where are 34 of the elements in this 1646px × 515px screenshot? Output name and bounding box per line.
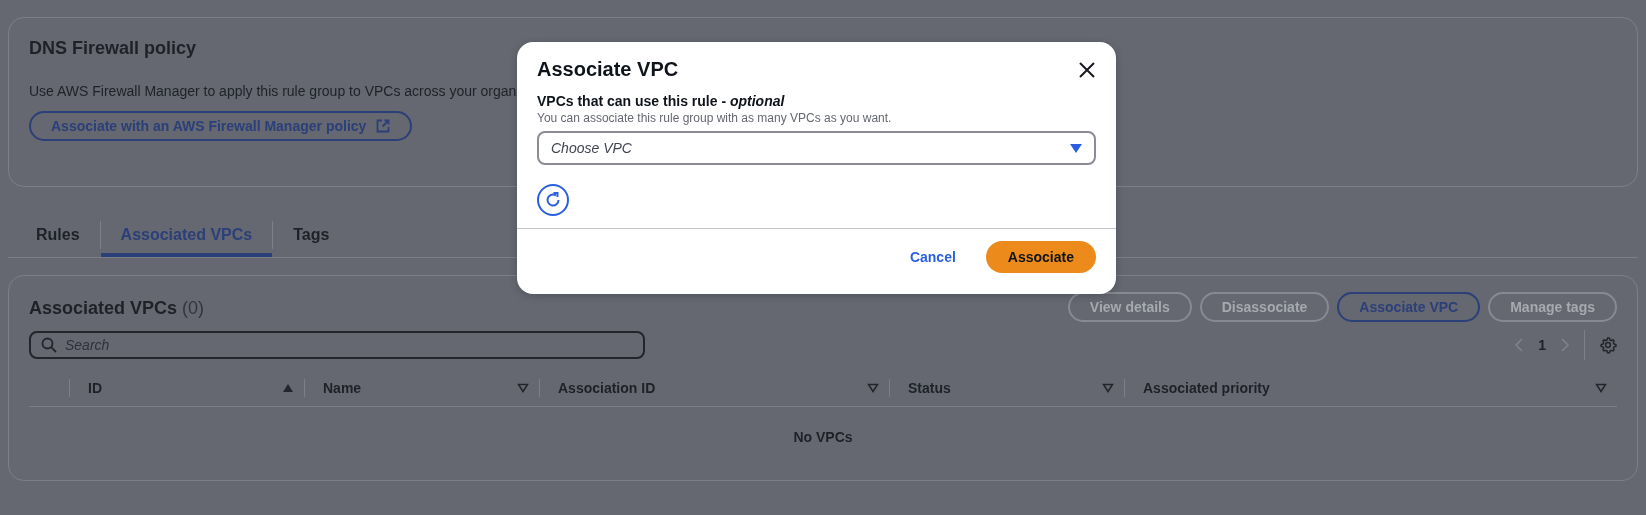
card-title: DNS Firewall policy [29,38,198,59]
caret-icon [1070,143,1082,153]
field-label: VPCs that can use this rule - optional [537,93,786,109]
refresh-button[interactable] [537,184,569,216]
column-header[interactable]: Name [323,380,509,396]
field-description: You can associate this rule group with as many VPCs as you want. [537,111,893,125]
table-title: Associated VPCs [29,297,178,319]
external-link-icon [376,119,391,133]
close-icon[interactable] [1078,60,1096,79]
refresh-icon [544,191,562,209]
modal-title: Associate VPC [537,58,679,81]
sort-icon[interactable] [1595,383,1607,393]
page-number[interactable]: 1 [1538,337,1546,353]
associate-button[interactable]: Associate [985,241,1096,273]
column-header[interactable]: Associated priority [1143,380,1587,396]
action-button[interactable]: Associate VPC [1337,292,1481,322]
empty-message: No VPCs [792,429,854,445]
cancel-button[interactable]: Cancel [903,248,962,266]
search-icon [41,337,57,353]
card-description: Use AWS Firewall Manager to apply this rule group to VPCs across your organ [29,83,518,99]
vpc-select[interactable]: Choose VPC [537,131,1096,165]
sort-icon[interactable] [517,383,529,393]
column-header[interactable]: Status [908,380,1094,396]
firewall-manager-button[interactable]: Associate with an AWS Firewall Manager policy [29,111,413,141]
search-field[interactable]: Search [29,331,645,359]
column-header[interactable]: ID [88,380,274,396]
sort-icon[interactable] [867,383,879,393]
sort-ascending-icon[interactable] [282,383,294,393]
tab[interactable]: Rules [28,213,100,257]
sort-icon[interactable] [1102,383,1114,393]
tab[interactable]: Tags [273,213,350,257]
column-header[interactable]: Association ID [558,380,859,396]
tab[interactable]: Associated VPCs [100,213,273,257]
settings-icon[interactable] [1599,336,1617,354]
